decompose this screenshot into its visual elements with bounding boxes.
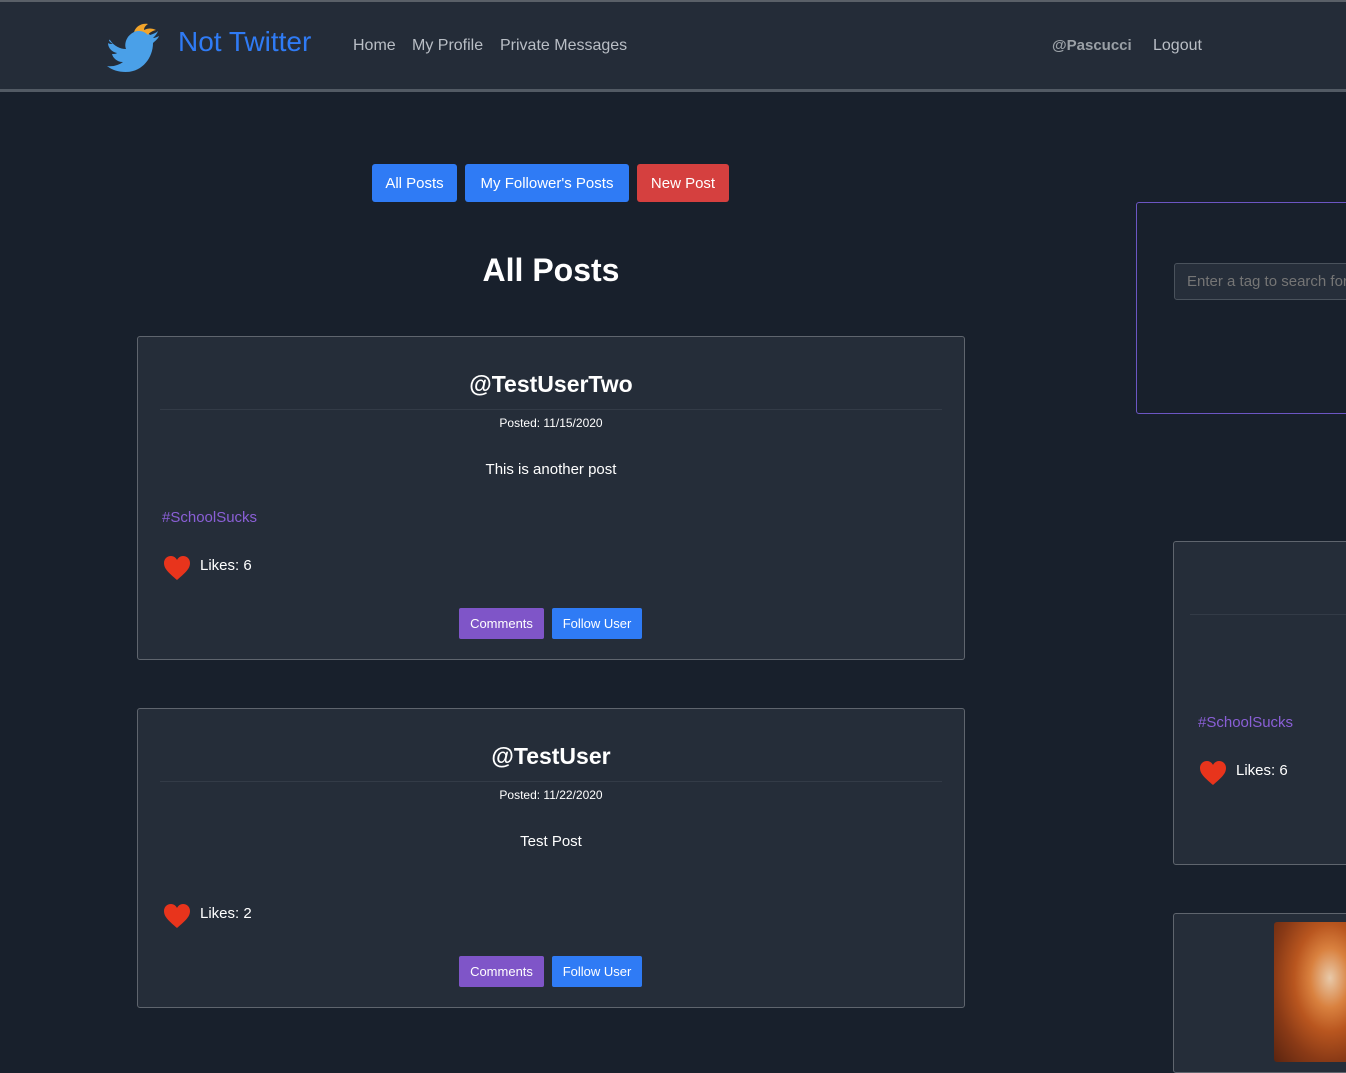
- post-tag-link[interactable]: #SchoolSucks: [162, 509, 257, 526]
- post-card: @TestUserTwo Posted: 11/15/2020 This is …: [137, 336, 965, 660]
- post-author[interactable]: @TestUser: [138, 743, 964, 770]
- new-post-button[interactable]: New Post: [637, 164, 729, 202]
- post-tag-link[interactable]: #SchoolSucks: [1198, 714, 1293, 731]
- post-date: Posted: 11/15/2020: [499, 416, 603, 430]
- post-body: Test Post: [520, 833, 582, 850]
- twitter-bird-icon[interactable]: [104, 22, 160, 74]
- post-body: This is another post: [485, 461, 617, 478]
- heart-icon[interactable]: [163, 555, 191, 581]
- post-divider: [160, 781, 942, 782]
- sidebar-image-card: [1173, 913, 1346, 1073]
- like-count: Likes: 6: [1236, 762, 1288, 779]
- heart-icon[interactable]: [1199, 760, 1227, 786]
- heart-icon[interactable]: [163, 903, 191, 929]
- all-posts-button[interactable]: All Posts: [372, 164, 457, 202]
- comments-button[interactable]: Comments: [459, 956, 544, 987]
- post-divider: [1190, 614, 1346, 615]
- sidebar-post-card: #SchoolSucks Likes: 6: [1173, 541, 1346, 865]
- tag-search-panel: [1136, 202, 1346, 414]
- post-image[interactable]: [1274, 922, 1346, 1062]
- comments-button[interactable]: Comments: [459, 608, 544, 639]
- nav-home-link[interactable]: Home: [353, 37, 396, 55]
- post-divider: [160, 409, 942, 410]
- navbar: Not Twitter Home My Profile Private Mess…: [0, 2, 1346, 92]
- post-author[interactable]: @TestUserTwo: [138, 371, 964, 398]
- current-user-handle[interactable]: @Pascucci: [1052, 37, 1132, 54]
- post-card: @TestUser Posted: 11/22/2020 Test Post L…: [137, 708, 965, 1008]
- nav-my-profile-link[interactable]: My Profile: [412, 37, 483, 55]
- tag-search-input[interactable]: [1174, 263, 1346, 300]
- page-title: All Posts: [482, 252, 620, 288]
- follow-user-button[interactable]: Follow User: [552, 956, 642, 987]
- like-count: Likes: 2: [200, 905, 252, 922]
- post-date: Posted: 11/22/2020: [499, 788, 603, 802]
- follow-user-button[interactable]: Follow User: [552, 608, 642, 639]
- logout-link[interactable]: Logout: [1153, 37, 1202, 55]
- brand-title[interactable]: Not Twitter: [178, 26, 311, 58]
- followers-posts-button[interactable]: My Follower's Posts: [465, 164, 629, 202]
- nav-private-messages-link[interactable]: Private Messages: [500, 37, 627, 55]
- like-count: Likes: 6: [200, 557, 252, 574]
